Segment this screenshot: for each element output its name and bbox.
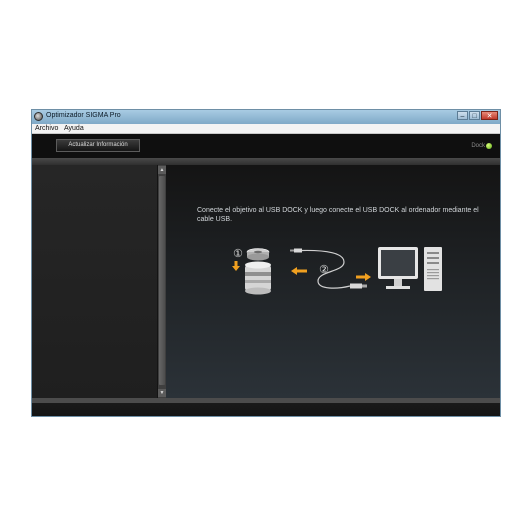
- left-arrow-icon: [291, 267, 307, 275]
- lens-icon: [245, 261, 271, 295]
- maximize-button[interactable]: □: [469, 111, 480, 120]
- connection-instruction: Conecte el objetivo al USB DOCK y luego …: [197, 207, 479, 223]
- close-button[interactable]: ✕: [481, 111, 498, 120]
- computer-icon: [378, 247, 442, 291]
- dock-status-label: Dock: [471, 143, 485, 149]
- window-title: Optimizador SIGMA Pro: [46, 112, 121, 119]
- minimize-button[interactable]: –: [457, 111, 468, 120]
- main-content-panel: Conecte el objetivo al USB DOCK y luego …: [166, 165, 500, 398]
- scrollbar[interactable]: ▲ ▼: [157, 165, 166, 398]
- usb-dock-icon: [246, 248, 270, 261]
- update-info-button[interactable]: Actualizar Información: [56, 139, 140, 152]
- menu-ayuda[interactable]: Ayuda: [64, 125, 84, 132]
- lens-list-panel[interactable]: [32, 165, 157, 398]
- menu-bar: Archivo Ayuda: [32, 124, 500, 134]
- step-two-marker: ②: [319, 263, 329, 276]
- status-bar: [32, 398, 500, 416]
- right-arrow-icon: [356, 273, 371, 281]
- app-window: Optimizador SIGMA Pro – □ ✕ Archivo Ayud…: [31, 109, 501, 417]
- scroll-down-arrow-icon[interactable]: ▼: [158, 389, 166, 397]
- connection-illustration: ① ②: [232, 247, 442, 295]
- title-bar[interactable]: Optimizador SIGMA Pro – □ ✕: [32, 110, 500, 124]
- window-controls: – □ ✕: [456, 111, 498, 120]
- toolbar-separator: [32, 158, 500, 165]
- menu-archivo[interactable]: Archivo: [35, 125, 58, 132]
- scroll-up-arrow-icon[interactable]: ▲: [158, 166, 166, 174]
- toolbar: Actualizar Información Dock: [32, 134, 500, 158]
- step-one-marker: ①: [233, 247, 243, 260]
- app-icon[interactable]: [34, 112, 43, 121]
- dock-status-led-icon: [486, 143, 492, 149]
- down-arrow-icon: [232, 261, 240, 271]
- scroll-thumb[interactable]: [159, 176, 165, 385]
